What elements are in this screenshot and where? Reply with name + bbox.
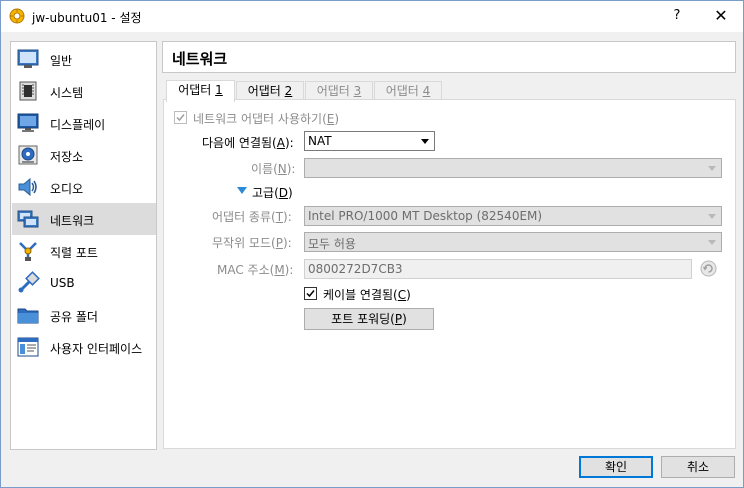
user-interface-icon bbox=[17, 337, 39, 357]
sidebar-item-audio[interactable]: 오디오 bbox=[12, 171, 156, 203]
audio-icon bbox=[18, 177, 37, 197]
adapter-type-label: 어댑터 종류(T): bbox=[212, 210, 292, 224]
check-icon bbox=[306, 290, 315, 298]
help-button[interactable]: ? bbox=[655, 1, 699, 31]
sidebar-item-system[interactable]: 시스템 bbox=[12, 75, 156, 107]
general-icon bbox=[17, 49, 39, 68]
sidebar-item-serial-port[interactable]: 직렬 포트 bbox=[12, 235, 156, 267]
port-forwarding-button[interactable]: 포트 포워딩(P) bbox=[304, 308, 434, 330]
serial-port-icon bbox=[19, 242, 37, 261]
chevron-down-icon bbox=[708, 240, 716, 245]
mac-address-label: MAC 주소(M): bbox=[217, 263, 294, 277]
enable-adapter-label: 네트워크 어댑터 사용하기(E) bbox=[193, 112, 340, 126]
usb-icon bbox=[18, 271, 40, 293]
settings-category-list: 일반 시스템 디스플레이 저장소 오디오 네트워크 직렬 포트 USB 공유 폴… bbox=[10, 41, 157, 450]
chevron-down-icon bbox=[708, 214, 716, 219]
cable-connected-checkbox[interactable] bbox=[304, 287, 317, 300]
page-header: 네트워크 bbox=[162, 41, 736, 73]
storage-icon bbox=[18, 145, 38, 165]
sidebar-item-label: 직렬 포트 bbox=[50, 246, 98, 260]
chevron-down-icon bbox=[708, 166, 716, 171]
shared-folder-icon bbox=[17, 308, 39, 324]
name-label: 이름(N): bbox=[251, 162, 296, 176]
settings-window: jw-ubuntu01 - 설정 ? ✕ 일반 시스템 디스플레이 저장소 오디… bbox=[0, 0, 744, 488]
sidebar-item-usb[interactable]: USB bbox=[12, 267, 156, 299]
window-title: jw-ubuntu01 - 설정 bbox=[32, 11, 142, 25]
sidebar-item-label: 저장소 bbox=[50, 150, 84, 164]
advanced-toggle[interactable]: 고급(D) bbox=[252, 184, 293, 201]
tab-adapter-1[interactable]: 어댑터 1 bbox=[166, 80, 235, 102]
page-title: 네트워크 bbox=[172, 50, 228, 68]
cancel-button[interactable]: 취소 bbox=[661, 456, 735, 478]
enable-adapter-checkbox[interactable] bbox=[174, 111, 187, 124]
sidebar-item-label: 일반 bbox=[50, 54, 73, 68]
network-icon bbox=[17, 210, 39, 228]
sidebar-item-label: 사용자 인터페이스 bbox=[50, 342, 143, 356]
sidebar-item-label: 시스템 bbox=[50, 86, 84, 100]
promiscuous-mode-select[interactable]: 모두 허용 bbox=[304, 232, 722, 252]
name-select[interactable] bbox=[304, 158, 722, 178]
virtualbox-icon bbox=[9, 8, 25, 24]
check-icon bbox=[176, 114, 185, 122]
cable-connected-label: 케이블 연결됨(C) bbox=[323, 288, 411, 302]
sidebar-item-user-interface[interactable]: 사용자 인터페이스 bbox=[12, 331, 156, 363]
sidebar-item-display[interactable]: 디스플레이 bbox=[12, 107, 156, 139]
sidebar-item-storage[interactable]: 저장소 bbox=[12, 139, 156, 171]
sidebar-item-label: 공유 폴더 bbox=[50, 310, 98, 324]
ok-button[interactable]: 확인 bbox=[579, 456, 653, 478]
sidebar-item-label: 디스플레이 bbox=[50, 118, 106, 132]
sidebar-item-label: 네트워크 bbox=[50, 214, 95, 228]
sidebar-item-network[interactable]: 네트워크 bbox=[12, 203, 156, 235]
refresh-mac-icon[interactable] bbox=[700, 260, 717, 277]
sidebar-item-shared-folder[interactable]: 공유 폴더 bbox=[12, 299, 156, 331]
system-icon bbox=[19, 81, 37, 101]
close-button[interactable]: ✕ bbox=[699, 1, 743, 31]
title-bar: jw-ubuntu01 - 설정 ? ✕ bbox=[1, 1, 743, 32]
promiscuous-mode-label: 무작위 모드(P): bbox=[212, 236, 292, 250]
sidebar-item-general[interactable]: 일반 bbox=[12, 43, 156, 75]
expand-triangle-icon[interactable] bbox=[237, 187, 247, 195]
chevron-down-icon bbox=[421, 139, 429, 144]
attached-to-label: 다음에 연결됨(A): bbox=[202, 136, 294, 150]
display-icon bbox=[17, 113, 39, 132]
sidebar-item-label: 오디오 bbox=[50, 182, 84, 196]
mac-address-field[interactable]: 0800272D7CB3 bbox=[304, 259, 692, 279]
sidebar-item-label: USB bbox=[50, 276, 75, 290]
adapter-type-select[interactable]: Intel PRO/1000 MT Desktop (82540EM) bbox=[304, 206, 722, 226]
attached-to-select[interactable]: NAT bbox=[304, 131, 435, 151]
